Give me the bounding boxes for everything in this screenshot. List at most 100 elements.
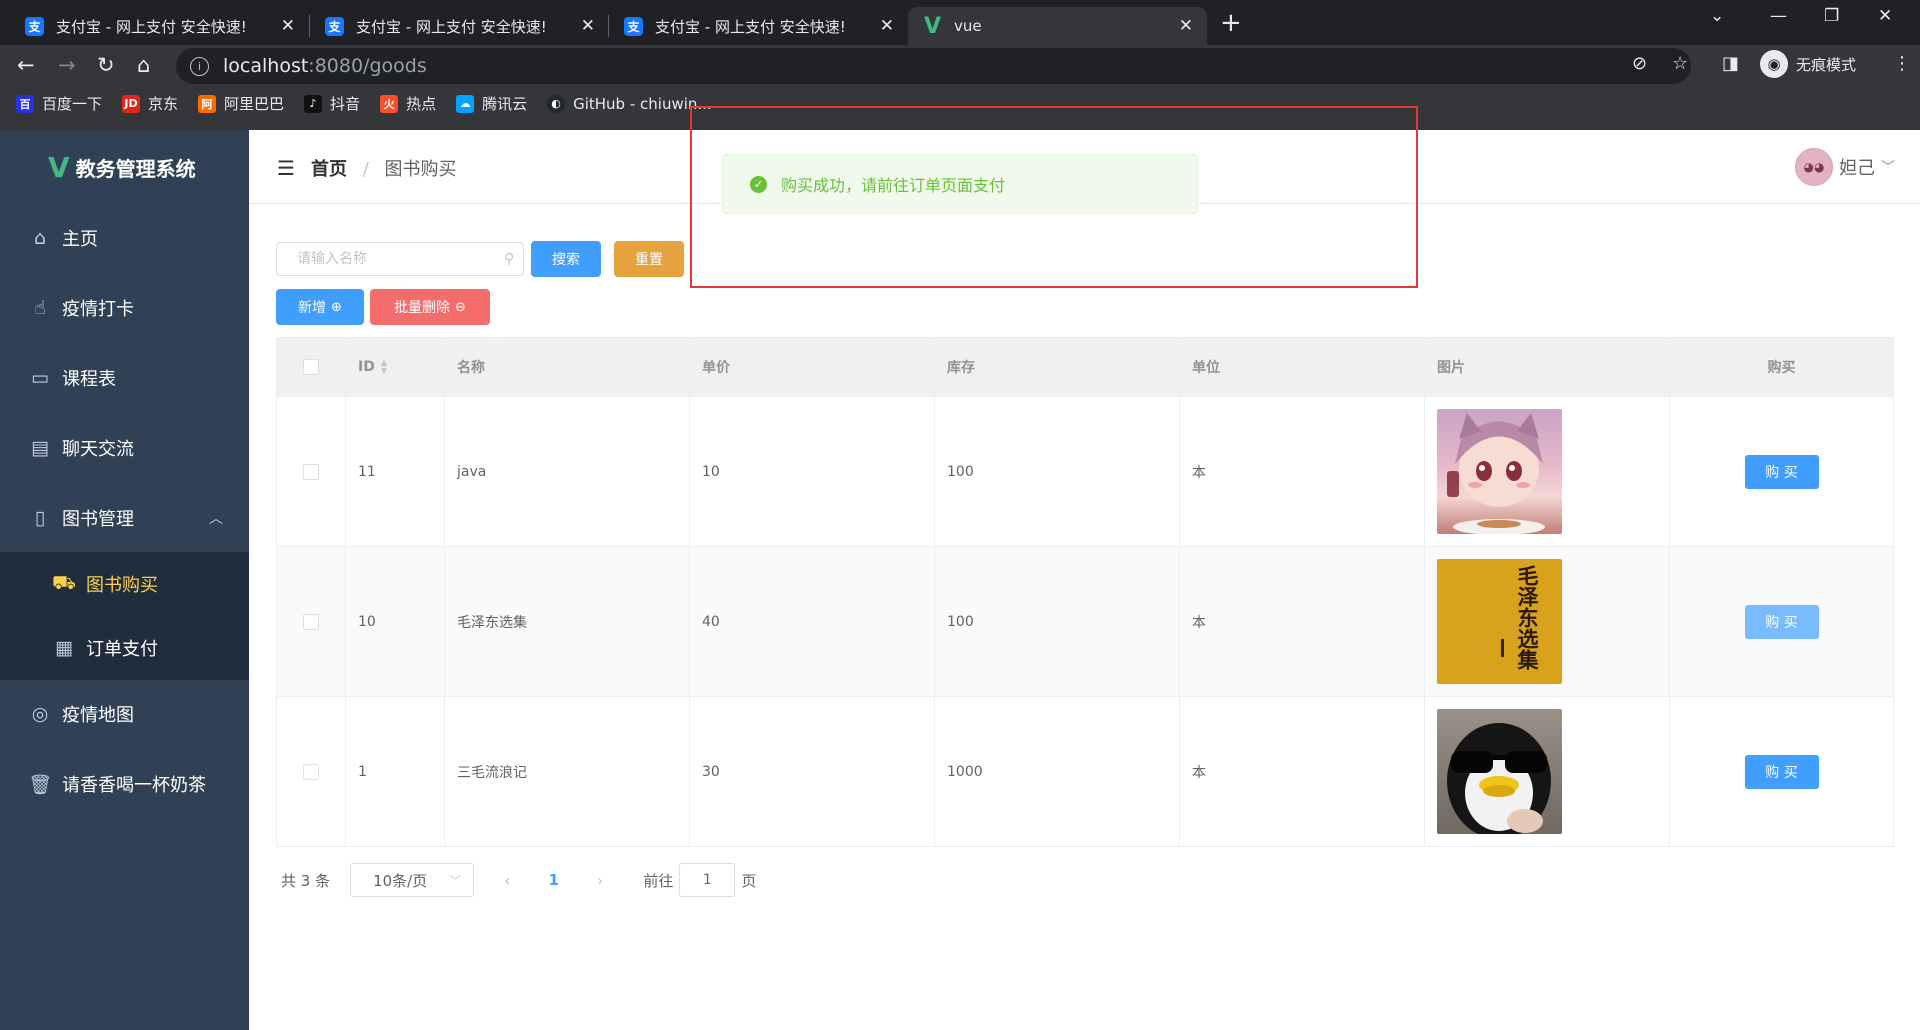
bookmark-label: 抖音	[330, 95, 361, 113]
batch-delete-button[interactable]: 批量删除 ⊖	[370, 289, 490, 325]
penguin-image[interactable]	[1437, 709, 1562, 834]
search-button-label: 搜索	[552, 252, 580, 268]
vue-icon: V	[923, 13, 942, 39]
cell-buy: 购 买	[1670, 547, 1893, 696]
menu-item-schedule[interactable]: ▭ 课程表	[0, 346, 249, 410]
anime-girl-image[interactable]	[1437, 409, 1562, 534]
browser-tab[interactable]: 支 支付宝 - 网上支付 安全快速! ✕	[310, 7, 609, 45]
restore-icon[interactable]: ❐	[1824, 6, 1839, 26]
collapse-menu-icon[interactable]: ☰	[277, 156, 295, 180]
cell-stock: 100	[935, 547, 1180, 696]
header-id[interactable]: ID ▲ ▼	[346, 338, 445, 396]
menu-item-books[interactable]: ▯ 图书管理 ︿	[0, 486, 249, 550]
bookmark-item[interactable]: ♪ 抖音	[304, 93, 360, 114]
minimize-icon[interactable]: —	[1770, 6, 1787, 26]
close-tab-icon[interactable]: ✕	[880, 16, 894, 36]
select-all-checkbox[interactable]	[303, 359, 319, 375]
menu-label: 聊天交流	[62, 439, 134, 460]
browser-tab[interactable]: 支 支付宝 - 网上支付 安全快速! ✕	[10, 7, 309, 45]
reset-button[interactable]: 重置	[614, 241, 684, 277]
site-info-icon[interactable]: i	[190, 56, 209, 76]
home-icon[interactable]: ⌂	[137, 53, 150, 77]
book-cover-image[interactable]: 毛泽东选集	[1437, 559, 1562, 684]
side-panel-icon[interactable]: ◨	[1722, 53, 1739, 74]
buy-button[interactable]: 购 买	[1744, 604, 1819, 639]
pagination: 共 3 条 10条/页 ﹀ ‹ 1 › 前往 1 页	[281, 862, 756, 898]
page-suffix-label: 页	[741, 871, 757, 890]
address-bar[interactable]: i localhost:8080/goods	[176, 48, 1691, 84]
goto-label: 前往	[643, 871, 674, 890]
column-label: 库存	[947, 360, 975, 376]
close-tab-icon[interactable]: ✕	[1179, 16, 1193, 36]
app-logo: V 教务管理系统	[0, 130, 249, 205]
close-tab-icon[interactable]: ✕	[581, 16, 595, 36]
menu-item-epidemic-map[interactable]: ◎ 疫情地图	[0, 682, 249, 746]
menu-item-book-purchase[interactable]: ⛟ 图书购买	[0, 552, 249, 616]
bookmark-item[interactable]: ◐ GitHub - chiuwin...	[547, 94, 712, 113]
page-size-select[interactable]: 10条/页 ﹀	[350, 863, 475, 897]
search-button[interactable]: 搜索	[531, 241, 601, 277]
forward-arrow-icon[interactable]: →	[58, 53, 76, 77]
user-dropdown[interactable]: ◕◕ 妲己 ﹀	[1795, 148, 1895, 186]
home-icon: ⌂	[33, 227, 47, 249]
goto-page-input[interactable]: 1	[679, 863, 736, 897]
menu-item-punch[interactable]: ☝ 疫情打卡	[0, 276, 249, 340]
back-arrow-icon[interactable]: ←	[17, 53, 35, 77]
menu-label: 订单支付	[86, 639, 158, 660]
tab-title: vue	[954, 17, 982, 35]
bookmark-item[interactable]: ☁ 腾讯云	[456, 93, 527, 114]
chevron-down-icon: ﹀	[1881, 160, 1895, 176]
cell-stock: 100	[935, 397, 1180, 546]
bookmark-item[interactable]: 火热点	[380, 93, 436, 114]
menu-item-milk-tea[interactable]: 🗑 请香香喝一杯奶茶	[0, 752, 249, 816]
cart-icon: ⛟	[52, 571, 76, 594]
bookmark-star-icon[interactable]: ☆	[1672, 53, 1688, 74]
menu-label: 主页	[62, 229, 98, 250]
search-input[interactable]: ⚲	[276, 242, 524, 276]
cell-price: 40	[690, 547, 935, 696]
row-checkbox[interactable]	[303, 613, 319, 630]
bookmark-item[interactable]: JD 京东	[122, 93, 178, 114]
monitor-icon: ▭	[31, 367, 49, 389]
prev-page-icon[interactable]: ‹	[504, 871, 510, 890]
sort-caret-icon[interactable]: ▲ ▼	[381, 359, 387, 375]
new-tab-button[interactable]: +	[1220, 8, 1242, 38]
browser-tab-active[interactable]: V vue ✕	[908, 7, 1207, 45]
buy-button[interactable]: 购 买	[1744, 454, 1819, 489]
menu-label: 课程表	[62, 369, 116, 390]
cell-name: 三毛流浪记	[445, 697, 690, 846]
search-text-field[interactable]	[295, 250, 504, 268]
page-number-current[interactable]: 1	[549, 871, 559, 889]
bookmark-item[interactable]: 百百度一下	[16, 93, 102, 114]
close-tab-icon[interactable]: ✕	[281, 16, 295, 36]
bookmark-item[interactable]: 阿阿里巴巴	[198, 93, 284, 114]
breadcrumb: 首页 / 图书购买	[311, 155, 457, 181]
menu-item-order-payment[interactable]: ▦ 订单支付	[0, 616, 249, 680]
incognito-indicator[interactable]: ◉ 无痕模式	[1760, 50, 1856, 78]
menu-item-chat[interactable]: ▤ 聊天交流	[0, 416, 249, 480]
next-page-icon[interactable]: ›	[597, 871, 603, 890]
tab-title: 支付宝 - 网上支付 安全快速!	[356, 17, 547, 36]
header-image: 图片	[1425, 338, 1670, 396]
browser-menu-icon[interactable]: ⋮	[1893, 53, 1911, 74]
row-select-cell	[277, 547, 346, 696]
tab-search-icon[interactable]: ⌄	[1710, 6, 1724, 26]
row-checkbox[interactable]	[303, 463, 319, 480]
batch-delete-label: 批量删除	[394, 300, 451, 316]
eye-off-icon[interactable]: ⊘	[1632, 53, 1647, 74]
buy-button[interactable]: 购 买	[1744, 754, 1819, 789]
add-button[interactable]: 新增 ⊕	[276, 289, 364, 325]
browser-tab[interactable]: 支 支付宝 - 网上支付 安全快速! ✕	[609, 7, 908, 45]
alipay-icon: 支	[325, 16, 344, 36]
douyin-icon: ♪	[304, 94, 323, 113]
window-close-icon[interactable]: ✕	[1878, 6, 1892, 26]
breadcrumb-separator: /	[362, 159, 369, 180]
menu-item-home[interactable]: ⌂ 主页	[0, 206, 249, 270]
reload-icon[interactable]: ↻	[97, 53, 115, 77]
breadcrumb-home[interactable]: 首页	[311, 159, 347, 180]
pagination-total: 共 3 条	[281, 871, 331, 890]
baidu-icon: 百	[16, 94, 34, 113]
column-label: ID	[358, 359, 375, 375]
row-checkbox[interactable]	[303, 763, 319, 780]
chat-icon: ▤	[31, 437, 49, 459]
